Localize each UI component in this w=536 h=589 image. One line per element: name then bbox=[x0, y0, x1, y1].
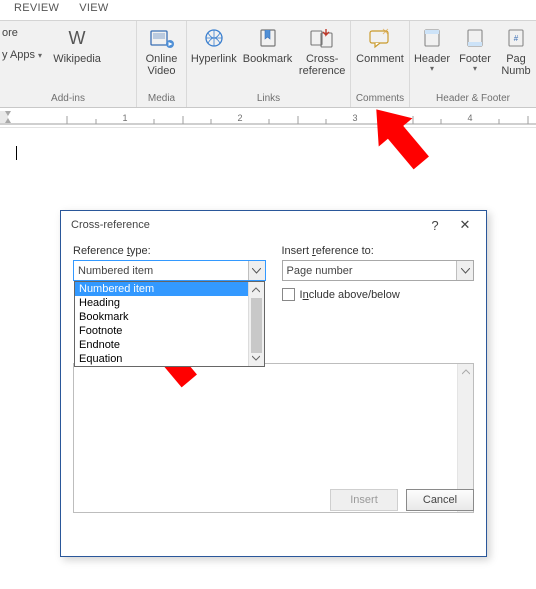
wikipedia-label: Wikipedia bbox=[53, 53, 101, 65]
scroll-up-icon[interactable] bbox=[458, 364, 473, 380]
header-icon bbox=[417, 25, 447, 51]
cancel-button[interactable]: Cancel bbox=[406, 489, 474, 511]
help-button[interactable]: ? bbox=[420, 214, 450, 236]
hyperlink-label: Hyperlink bbox=[191, 53, 237, 65]
reftype-value: Numbered item bbox=[78, 265, 153, 277]
online-video-label: Online Video bbox=[146, 53, 178, 77]
list-item[interactable]: Endnote bbox=[75, 338, 264, 352]
ruler-mark: 2 bbox=[237, 113, 242, 123]
group-label-links: Links bbox=[187, 92, 350, 107]
tab-review[interactable]: REVIEW bbox=[4, 0, 69, 16]
addins-mini: ore y Apps ▾ bbox=[0, 21, 48, 65]
comment-label: Comment bbox=[356, 53, 404, 65]
myapps-button[interactable]: y Apps ▾ bbox=[0, 45, 44, 65]
insert-button: Insert bbox=[330, 489, 398, 511]
crossref-label: Cross- reference bbox=[299, 53, 345, 77]
list-item[interactable]: Heading bbox=[75, 296, 264, 310]
video-icon bbox=[147, 25, 177, 51]
insertref-combo[interactable]: Page number bbox=[282, 260, 475, 281]
scrollbar[interactable] bbox=[248, 282, 264, 366]
document-area[interactable] bbox=[0, 128, 536, 208]
hyperlink-icon bbox=[199, 25, 229, 51]
ribbon-tabs: REVIEW VIEW bbox=[0, 0, 536, 20]
ruler-mark: 1 bbox=[122, 113, 127, 123]
scroll-up-icon[interactable] bbox=[249, 282, 264, 298]
list-item[interactable]: Equation bbox=[75, 352, 264, 366]
dropdown-icon[interactable] bbox=[456, 261, 473, 280]
crossref-button[interactable]: Cross- reference bbox=[294, 21, 350, 77]
bookmark-label: Bookmark bbox=[243, 53, 293, 65]
dialog-title: Cross-reference bbox=[71, 219, 150, 231]
crossref-dialog: Cross-reference ? ✕ Reference type: Numb… bbox=[60, 210, 487, 557]
store-button[interactable]: ore bbox=[0, 23, 44, 43]
reftype-combo[interactable]: Numbered item Numbered item Heading Book… bbox=[73, 260, 266, 281]
dropdown-icon[interactable] bbox=[248, 261, 265, 280]
close-button[interactable]: ✕ bbox=[450, 214, 480, 236]
insertref-value: Page number bbox=[287, 265, 353, 277]
bookmark-button[interactable]: Bookmark bbox=[241, 21, 295, 65]
group-label-addins: Add-ins bbox=[0, 92, 136, 107]
include-label: Include above/below bbox=[300, 289, 400, 301]
include-checkbox[interactable]: Include above/below bbox=[282, 288, 475, 301]
group-label-media: Media bbox=[137, 92, 186, 107]
group-label-headerfooter: Header & Footer bbox=[410, 92, 536, 107]
svg-text:#: # bbox=[514, 34, 519, 43]
checkbox-icon bbox=[282, 288, 295, 301]
crossref-icon bbox=[307, 25, 337, 51]
scroll-down-icon[interactable] bbox=[249, 350, 264, 366]
group-comments: Comment Comments bbox=[351, 21, 410, 107]
wikipedia-button[interactable]: W Wikipedia bbox=[48, 21, 106, 65]
reftype-listbox[interactable]: Numbered item Heading Bookmark Footnote … bbox=[74, 281, 265, 367]
dropdown-icon: ▾ bbox=[473, 65, 477, 73]
ruler-mark: 3 bbox=[352, 113, 357, 123]
group-label-comments: Comments bbox=[351, 92, 409, 107]
list-item[interactable]: Footnote bbox=[75, 324, 264, 338]
pagenumber-button[interactable]: # Pag Numb bbox=[496, 21, 536, 77]
scroll-thumb[interactable] bbox=[251, 298, 262, 353]
list-item[interactable]: Bookmark bbox=[75, 310, 264, 324]
ruler-mark: 4 bbox=[467, 113, 472, 123]
pagenumber-icon: # bbox=[501, 25, 531, 51]
reftype-label: Reference type: bbox=[73, 245, 266, 257]
tab-view[interactable]: VIEW bbox=[69, 0, 118, 16]
group-media: Online Video Media bbox=[137, 21, 187, 107]
bookmark-icon bbox=[253, 25, 283, 51]
footer-icon bbox=[460, 25, 490, 51]
group-links: Hyperlink Bookmark Cross- reference Link… bbox=[187, 21, 351, 107]
text-cursor bbox=[16, 146, 17, 160]
header-button[interactable]: Header ▾ bbox=[410, 21, 454, 73]
myapps-label: y Apps bbox=[2, 49, 35, 61]
comment-button[interactable]: Comment bbox=[351, 21, 409, 65]
insertref-label: Insert reference to: bbox=[282, 245, 475, 257]
store-label: ore bbox=[2, 27, 18, 39]
online-video-button[interactable]: Online Video bbox=[137, 21, 186, 77]
footer-button[interactable]: Footer ▾ bbox=[454, 21, 496, 73]
dialog-titlebar[interactable]: Cross-reference ? ✕ bbox=[61, 211, 486, 239]
ruler[interactable]: 1 2 3 4 bbox=[0, 108, 536, 128]
group-addins: ore y Apps ▾ W Wikipedia Add-ins bbox=[0, 21, 137, 107]
svg-text:W: W bbox=[69, 28, 86, 48]
comment-icon bbox=[365, 25, 395, 51]
wikipedia-icon: W bbox=[62, 25, 92, 51]
ribbon: ore y Apps ▾ W Wikipedia Add-ins bbox=[0, 20, 536, 108]
dropdown-icon: ▾ bbox=[38, 51, 42, 60]
dropdown-icon: ▾ bbox=[430, 65, 434, 73]
group-headerfooter: Header ▾ Footer ▾ # Pag Numb Header & Fo… bbox=[410, 21, 536, 107]
hyperlink-button[interactable]: Hyperlink bbox=[187, 21, 241, 65]
list-item[interactable]: Numbered item bbox=[75, 282, 264, 296]
pagenumber-label: Pag Numb bbox=[501, 53, 530, 77]
